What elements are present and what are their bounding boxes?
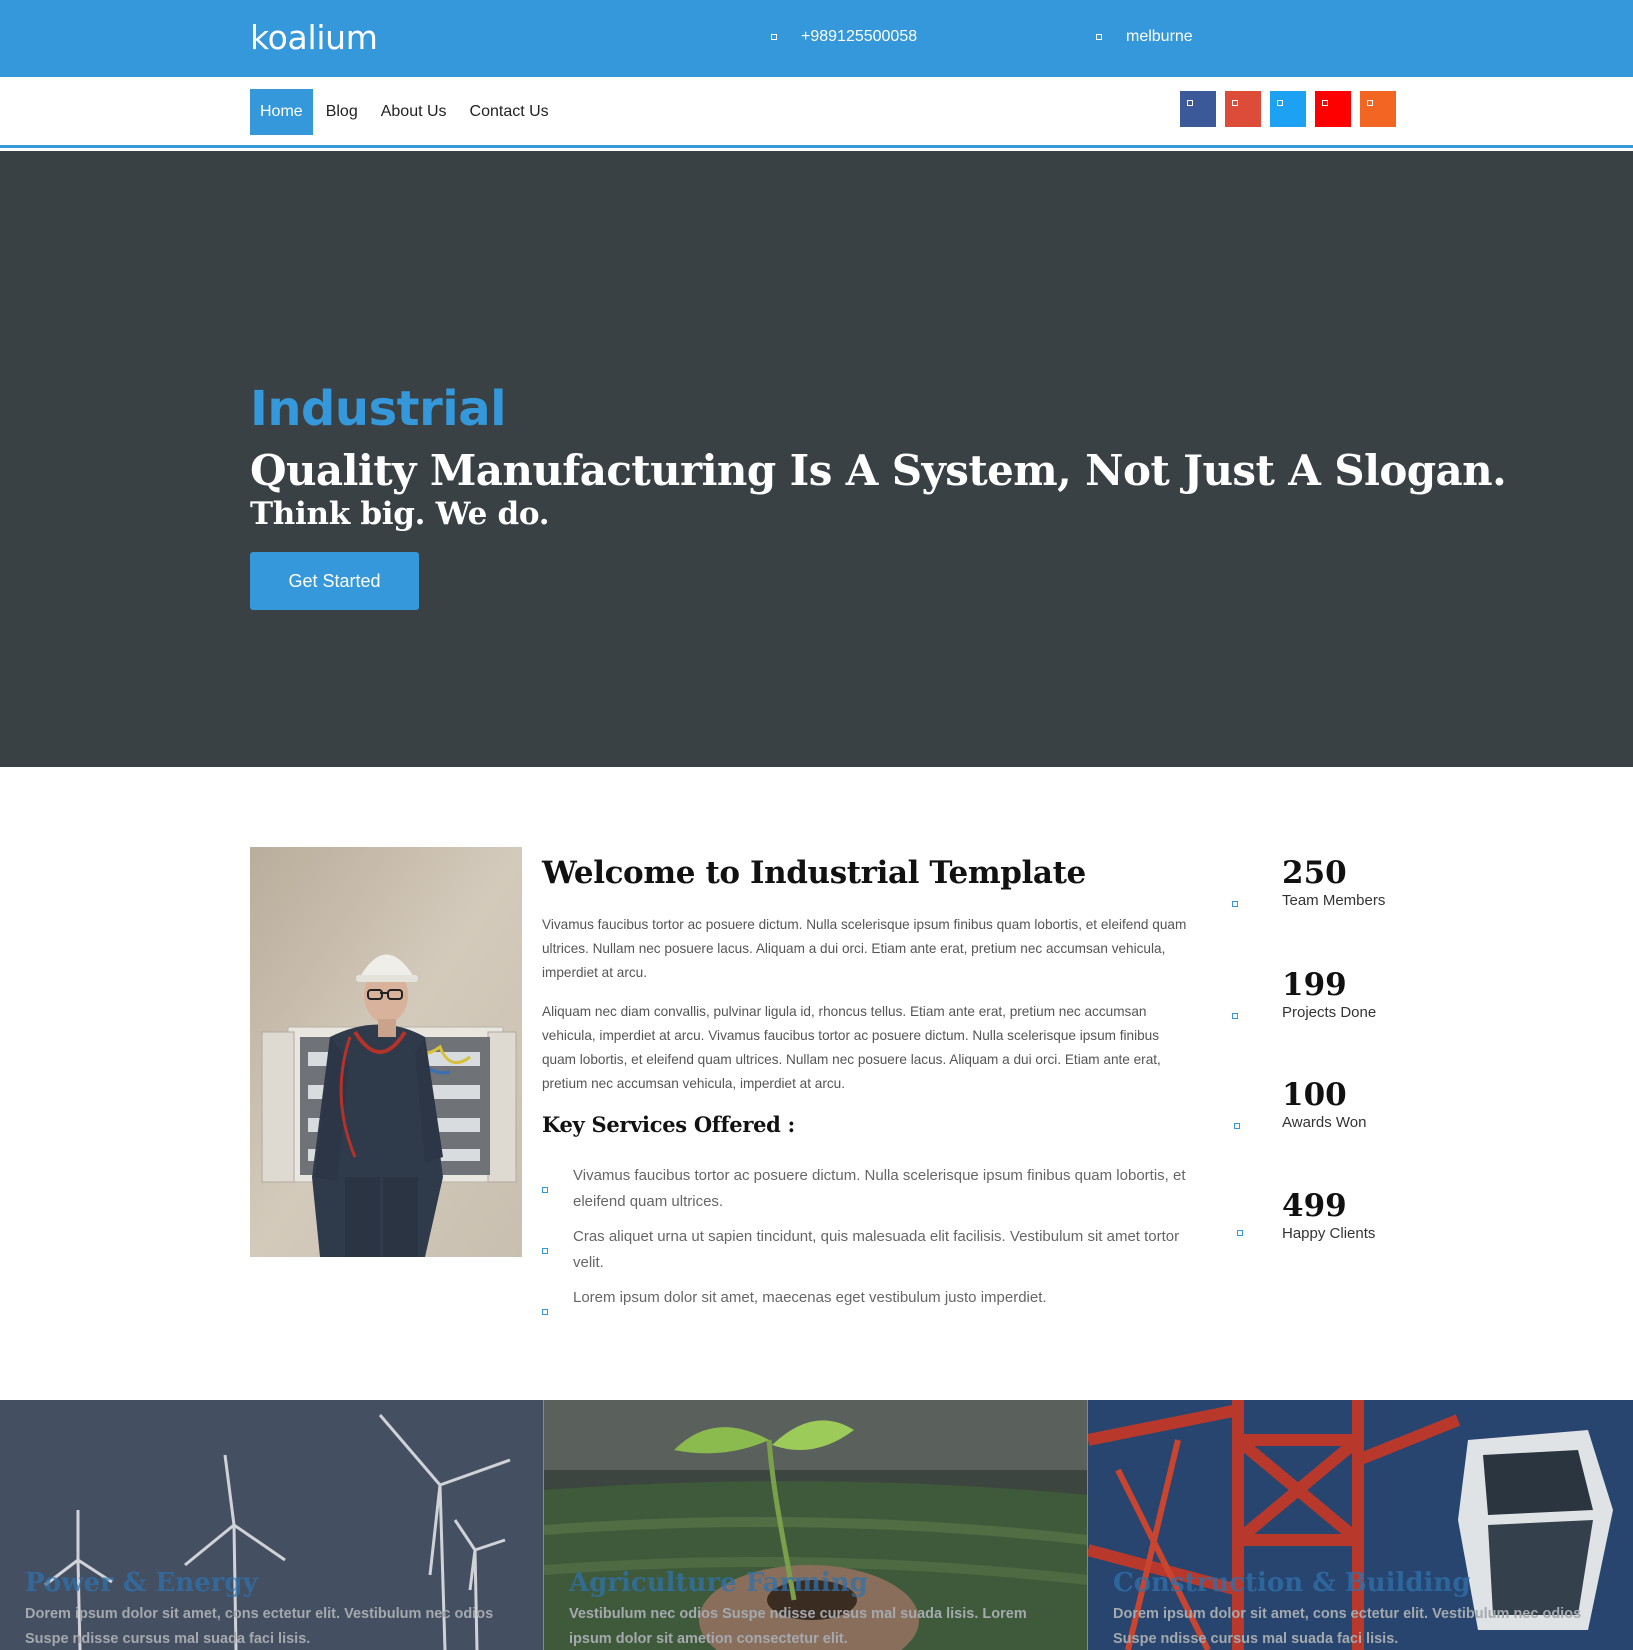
services-title: Key Services Offered : — [542, 1112, 796, 1137]
trophy-icon — [1234, 1123, 1240, 1129]
check-icon — [542, 1309, 548, 1315]
twitter-icon — [1277, 100, 1283, 106]
stat-team-members: 250 Team Members — [1230, 855, 1430, 935]
stat-projects-done: 199 Projects Done — [1230, 967, 1430, 1047]
hero-headline: Quality Manufacturing Is A System, Not J… — [250, 446, 1507, 495]
facebook-button[interactable] — [1180, 91, 1216, 127]
worker-photo — [250, 847, 522, 1257]
card-description: Vestibulum nec odios Suspe ndisse cursus… — [569, 1606, 1027, 1647]
google-plus-icon — [1232, 100, 1238, 106]
top-bar: koalium +989125500058 melburne — [0, 0, 1633, 77]
nav-about-us[interactable]: About Us — [371, 89, 457, 135]
service-item: Cras aliquet urna ut sapien tincidunt, q… — [542, 1224, 1202, 1276]
stat-happy-clients: 499 Happy Clients — [1230, 1188, 1430, 1268]
check-icon — [542, 1187, 548, 1193]
nav-contact-us[interactable]: Contact Us — [460, 89, 559, 135]
phone-contact[interactable]: +989125500058 — [771, 28, 917, 46]
phone-number: +989125500058 — [801, 28, 918, 45]
hero-subheadline: Think big. We do. — [250, 496, 550, 532]
facebook-icon — [1187, 100, 1193, 106]
stat-value: 250 — [1282, 855, 1347, 891]
briefcase-icon — [1232, 1013, 1238, 1019]
service-item: Vivamus faucibus tortor ac posuere dictu… — [542, 1163, 1202, 1215]
service-text: Lorem ipsum dolor sit amet, maecenas ege… — [573, 1289, 1047, 1306]
main-menu: Home Blog About Us Contact Us — [250, 89, 562, 135]
stat-awards-won: 100 Awards Won — [1230, 1077, 1430, 1157]
stat-label: Projects Done — [1282, 1004, 1377, 1021]
stat-label: Happy Clients — [1282, 1225, 1376, 1242]
youtube-button[interactable] — [1315, 91, 1351, 127]
google-plus-button[interactable] — [1225, 91, 1261, 127]
users-icon — [1232, 901, 1238, 907]
nav-blog[interactable]: Blog — [316, 89, 368, 135]
card-agriculture-farming[interactable]: Agriculture Farming Vestibulum nec odios… — [544, 1400, 1088, 1650]
card-power-energy[interactable]: Power & Energy Dorem ipsum dolor sit ame… — [0, 1400, 544, 1650]
card-title: Agriculture Farming — [569, 1568, 868, 1598]
about-paragraph-1: Vivamus faucibus tortor ac posuere dictu… — [542, 917, 1187, 980]
stat-label: Awards Won — [1282, 1114, 1367, 1131]
hero-kicker: Industrial — [250, 381, 507, 437]
stat-label: Team Members — [1282, 892, 1386, 909]
location-text: melburne — [1126, 28, 1193, 45]
stat-value: 100 — [1282, 1077, 1347, 1113]
card-construction-building[interactable]: Construction & Building Dorem ipsum dolo… — [1088, 1400, 1633, 1650]
welcome-title: Welcome to Industrial Template — [542, 855, 1086, 891]
service-text: Vivamus faucibus tortor ac posuere dictu… — [573, 1167, 1186, 1210]
stat-value: 499 — [1282, 1188, 1347, 1224]
phone-icon — [771, 34, 777, 40]
card-description: Dorem ipsum dolor sit amet, cons ectetur… — [25, 1606, 494, 1647]
youtube-icon — [1322, 100, 1328, 106]
rss-button[interactable] — [1360, 91, 1396, 127]
get-started-button[interactable]: Get Started — [250, 552, 419, 610]
check-icon — [542, 1248, 548, 1254]
hero-banner: Industrial Quality Manufacturing Is A Sy… — [0, 151, 1633, 767]
main-navbar: Home Blog About Us Contact Us — [0, 77, 1633, 148]
services-list: Vivamus faucibus tortor ac posuere dictu… — [542, 1163, 1202, 1320]
service-item: Lorem ipsum dolor sit amet, maecenas ege… — [542, 1285, 1202, 1315]
service-text: Cras aliquet urna ut sapien tincidunt, q… — [573, 1228, 1180, 1271]
about-paragraph-2: Aliquam nec diam convallis, pulvinar lig… — [542, 1004, 1161, 1091]
location-contact: melburne — [1096, 28, 1193, 46]
card-title: Construction & Building — [1113, 1568, 1471, 1598]
service-cards: Power & Energy Dorem ipsum dolor sit ame… — [0, 1400, 1633, 1650]
rss-icon — [1367, 100, 1373, 106]
map-marker-icon — [1096, 34, 1102, 40]
stat-value: 199 — [1282, 967, 1347, 1003]
card-title: Power & Energy — [25, 1568, 258, 1598]
social-links — [1180, 91, 1405, 127]
smile-icon — [1237, 1230, 1243, 1236]
card-description: Dorem ipsum dolor sit amet, cons ectetur… — [1113, 1606, 1582, 1647]
twitter-button[interactable] — [1270, 91, 1306, 127]
nav-home[interactable]: Home — [250, 89, 313, 135]
site-logo[interactable]: koalium — [250, 18, 378, 57]
